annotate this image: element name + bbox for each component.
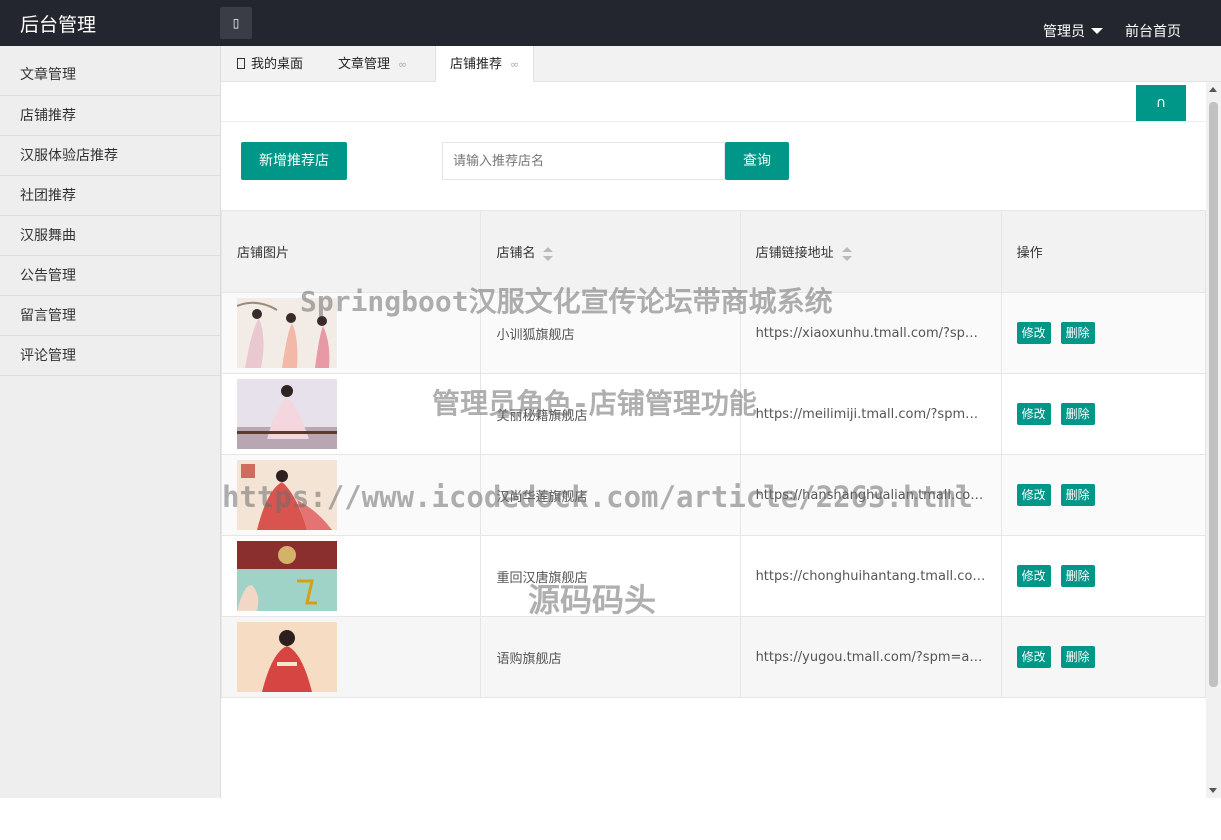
actions-cell: 修改 删除 bbox=[1000, 535, 1207, 617]
tab-articles[interactable]: 文章管理 ∞ bbox=[338, 46, 407, 82]
edit-button[interactable]: 修改 bbox=[1016, 403, 1051, 425]
search-input[interactable] bbox=[442, 142, 725, 180]
sidebar-item-announcements[interactable]: 公告管理 bbox=[0, 256, 220, 296]
search-button[interactable]: 查询 bbox=[725, 142, 789, 180]
delete-button[interactable]: 删除 bbox=[1060, 484, 1095, 506]
shop-name-cell: 重回汉唐旗舰店 bbox=[480, 535, 741, 617]
shop-name-cell: 汉尚华莲旗舰店 bbox=[480, 454, 741, 536]
column-header-link[interactable]: 店铺链接地址 bbox=[739, 210, 1002, 293]
tab-label: 文章管理 bbox=[338, 57, 391, 72]
column-label: 店铺图片 bbox=[237, 246, 290, 261]
sidebar-item-dance[interactable]: 汉服舞曲 bbox=[0, 216, 220, 256]
edit-button[interactable]: 修改 bbox=[1016, 484, 1051, 506]
delete-button[interactable]: 删除 bbox=[1060, 646, 1095, 668]
shop-link-text: https://meilimiji.tmall.com/?spm=a220o.1… bbox=[755, 406, 986, 422]
shop-image-cell bbox=[220, 535, 482, 617]
actions-cell: 修改 删除 bbox=[1000, 454, 1207, 536]
shop-image bbox=[237, 379, 337, 449]
sidebar-item-comments[interactable]: 评论管理 bbox=[0, 336, 220, 376]
shop-image bbox=[237, 460, 337, 530]
refresh-icon: ∩ bbox=[1155, 95, 1167, 111]
sidebar-item-shops[interactable]: 店铺推荐 bbox=[0, 96, 220, 136]
app-title: 后台管理 bbox=[20, 14, 97, 36]
column-label: 店铺链接地址 bbox=[755, 246, 834, 261]
front-page-link[interactable]: 前台首页 bbox=[1125, 21, 1181, 41]
shop-link-text: https://chonghuihantang.tmall.com/?spm=a… bbox=[755, 568, 986, 584]
edit-button[interactable]: 修改 bbox=[1016, 646, 1051, 668]
shop-image bbox=[237, 298, 337, 368]
shop-link-text: https://xiaoxunhu.tmall.com/?spm=a220o.1… bbox=[755, 325, 986, 341]
tab-label: 店铺推荐 bbox=[450, 57, 503, 72]
sidebar-item-articles[interactable]: 文章管理 bbox=[0, 46, 220, 96]
sidebar-item-clubs[interactable]: 社团推荐 bbox=[0, 176, 220, 216]
sidebar: 文章管理 店铺推荐 汉服体验店推荐 社团推荐 汉服舞曲 公告管理 留言管理 评论… bbox=[0, 46, 221, 798]
shop-name-cell: 语购旗舰店 bbox=[480, 616, 741, 698]
edit-button[interactable]: 修改 bbox=[1016, 565, 1051, 587]
table-row: 汉尚华莲旗舰店 https://hanshanghualian.tmall.co… bbox=[220, 454, 1207, 536]
table-row: 语购旗舰店 https://yugou.tmall.com/?spm=a220o… bbox=[220, 616, 1207, 698]
divider bbox=[221, 121, 1206, 122]
shop-image-cell bbox=[220, 292, 482, 374]
tab-label: 我的桌面 bbox=[251, 57, 304, 72]
shop-table: 店铺图片 店铺名 店铺链接地址 操作 小训狐旗舰店 https://xiaoxu… bbox=[220, 210, 1207, 698]
scroll-down-icon[interactable] bbox=[1209, 788, 1217, 793]
shop-link-cell: https://meilimiji.tmall.com/?spm=a220o.1… bbox=[739, 373, 1002, 455]
shop-image-cell bbox=[220, 373, 482, 455]
close-icon[interactable]: ∞ bbox=[398, 58, 407, 71]
delete-button[interactable]: 删除 bbox=[1060, 322, 1095, 344]
actions-cell: 修改 删除 bbox=[1000, 292, 1207, 374]
user-menu[interactable]: 管理员 bbox=[1043, 21, 1103, 41]
sidebar-item-messages[interactable]: 留言管理 bbox=[0, 296, 220, 336]
home-icon bbox=[237, 58, 245, 69]
sidebar-item-experience-stores[interactable]: 汉服体验店推荐 bbox=[0, 136, 220, 176]
column-label: 店铺名 bbox=[496, 246, 536, 261]
delete-button[interactable]: 删除 bbox=[1060, 565, 1095, 587]
scroll-up-icon[interactable] bbox=[1209, 87, 1217, 92]
shop-name-cell: 小训狐旗舰店 bbox=[480, 292, 741, 374]
add-shop-button[interactable]: 新增推荐店 bbox=[241, 142, 347, 180]
tab-shops[interactable]: 店铺推荐 ∞ bbox=[435, 46, 535, 83]
column-header-actions: 操作 bbox=[1000, 210, 1207, 293]
tab-desktop[interactable]: 我的桌面 bbox=[237, 46, 303, 82]
shop-name-cell: 美丽秘籍旗舰店 bbox=[480, 373, 741, 455]
sort-icon[interactable] bbox=[543, 246, 554, 261]
sort-icon[interactable] bbox=[841, 246, 852, 261]
shop-link-text: https://yugou.tmall.com/?spm=a220o.10008… bbox=[755, 649, 986, 665]
shop-link-cell: https://xiaoxunhu.tmall.com/?spm=a220o.1… bbox=[739, 292, 1002, 374]
column-header-image: 店铺图片 bbox=[220, 210, 482, 293]
close-icon[interactable]: ∞ bbox=[510, 58, 519, 71]
delete-button[interactable]: 删除 bbox=[1060, 403, 1095, 425]
shop-link-text: https://hanshanghualian.tmall.com/?spm=a… bbox=[755, 487, 986, 503]
actions-cell: 修改 删除 bbox=[1000, 616, 1207, 698]
refresh-button[interactable]: ∩ bbox=[1136, 85, 1186, 121]
tab-bar: 我的桌面 文章管理 ∞ 店铺推荐 ∞ bbox=[221, 46, 1221, 83]
shop-image bbox=[237, 541, 337, 611]
table-row: 重回汉唐旗舰店 https://chonghuihantang.tmall.co… bbox=[220, 535, 1207, 617]
table-row: 美丽秘籍旗舰店 https://meilimiji.tmall.com/?spm… bbox=[220, 373, 1207, 455]
table-header-row: 店铺图片 店铺名 店铺链接地址 操作 bbox=[220, 210, 1207, 293]
menu-toggle-button[interactable]: ▯ bbox=[220, 7, 252, 39]
user-name: 管理员 bbox=[1043, 24, 1085, 40]
scroll-thumb[interactable] bbox=[1209, 102, 1218, 687]
shop-link-cell: https://hanshanghualian.tmall.com/?spm=a… bbox=[739, 454, 1002, 536]
menu-icon: ▯ bbox=[232, 16, 240, 30]
table-row: 小训狐旗舰店 https://xiaoxunhu.tmall.com/?spm=… bbox=[220, 292, 1207, 374]
shop-link-cell: https://chonghuihantang.tmall.com/?spm=a… bbox=[739, 535, 1002, 617]
edit-button[interactable]: 修改 bbox=[1016, 322, 1051, 344]
column-header-name[interactable]: 店铺名 bbox=[480, 210, 741, 293]
shop-image bbox=[237, 622, 337, 692]
shop-link-cell: https://yugou.tmall.com/?spm=a220o.10008… bbox=[739, 616, 1002, 698]
shop-image-cell bbox=[220, 616, 482, 698]
actions-cell: 修改 删除 bbox=[1000, 373, 1207, 455]
top-bar: 后台管理 ▯ 管理员 前台首页 bbox=[0, 0, 1221, 46]
caret-down-icon bbox=[1091, 28, 1103, 34]
vertical-scrollbar[interactable] bbox=[1206, 82, 1221, 798]
shop-image-cell bbox=[220, 454, 482, 536]
column-label: 操作 bbox=[1016, 246, 1043, 261]
main-content: ∩ 新增推荐店 查询 店铺图片 店铺名 店铺链接地址 操作 bbox=[220, 82, 1221, 798]
